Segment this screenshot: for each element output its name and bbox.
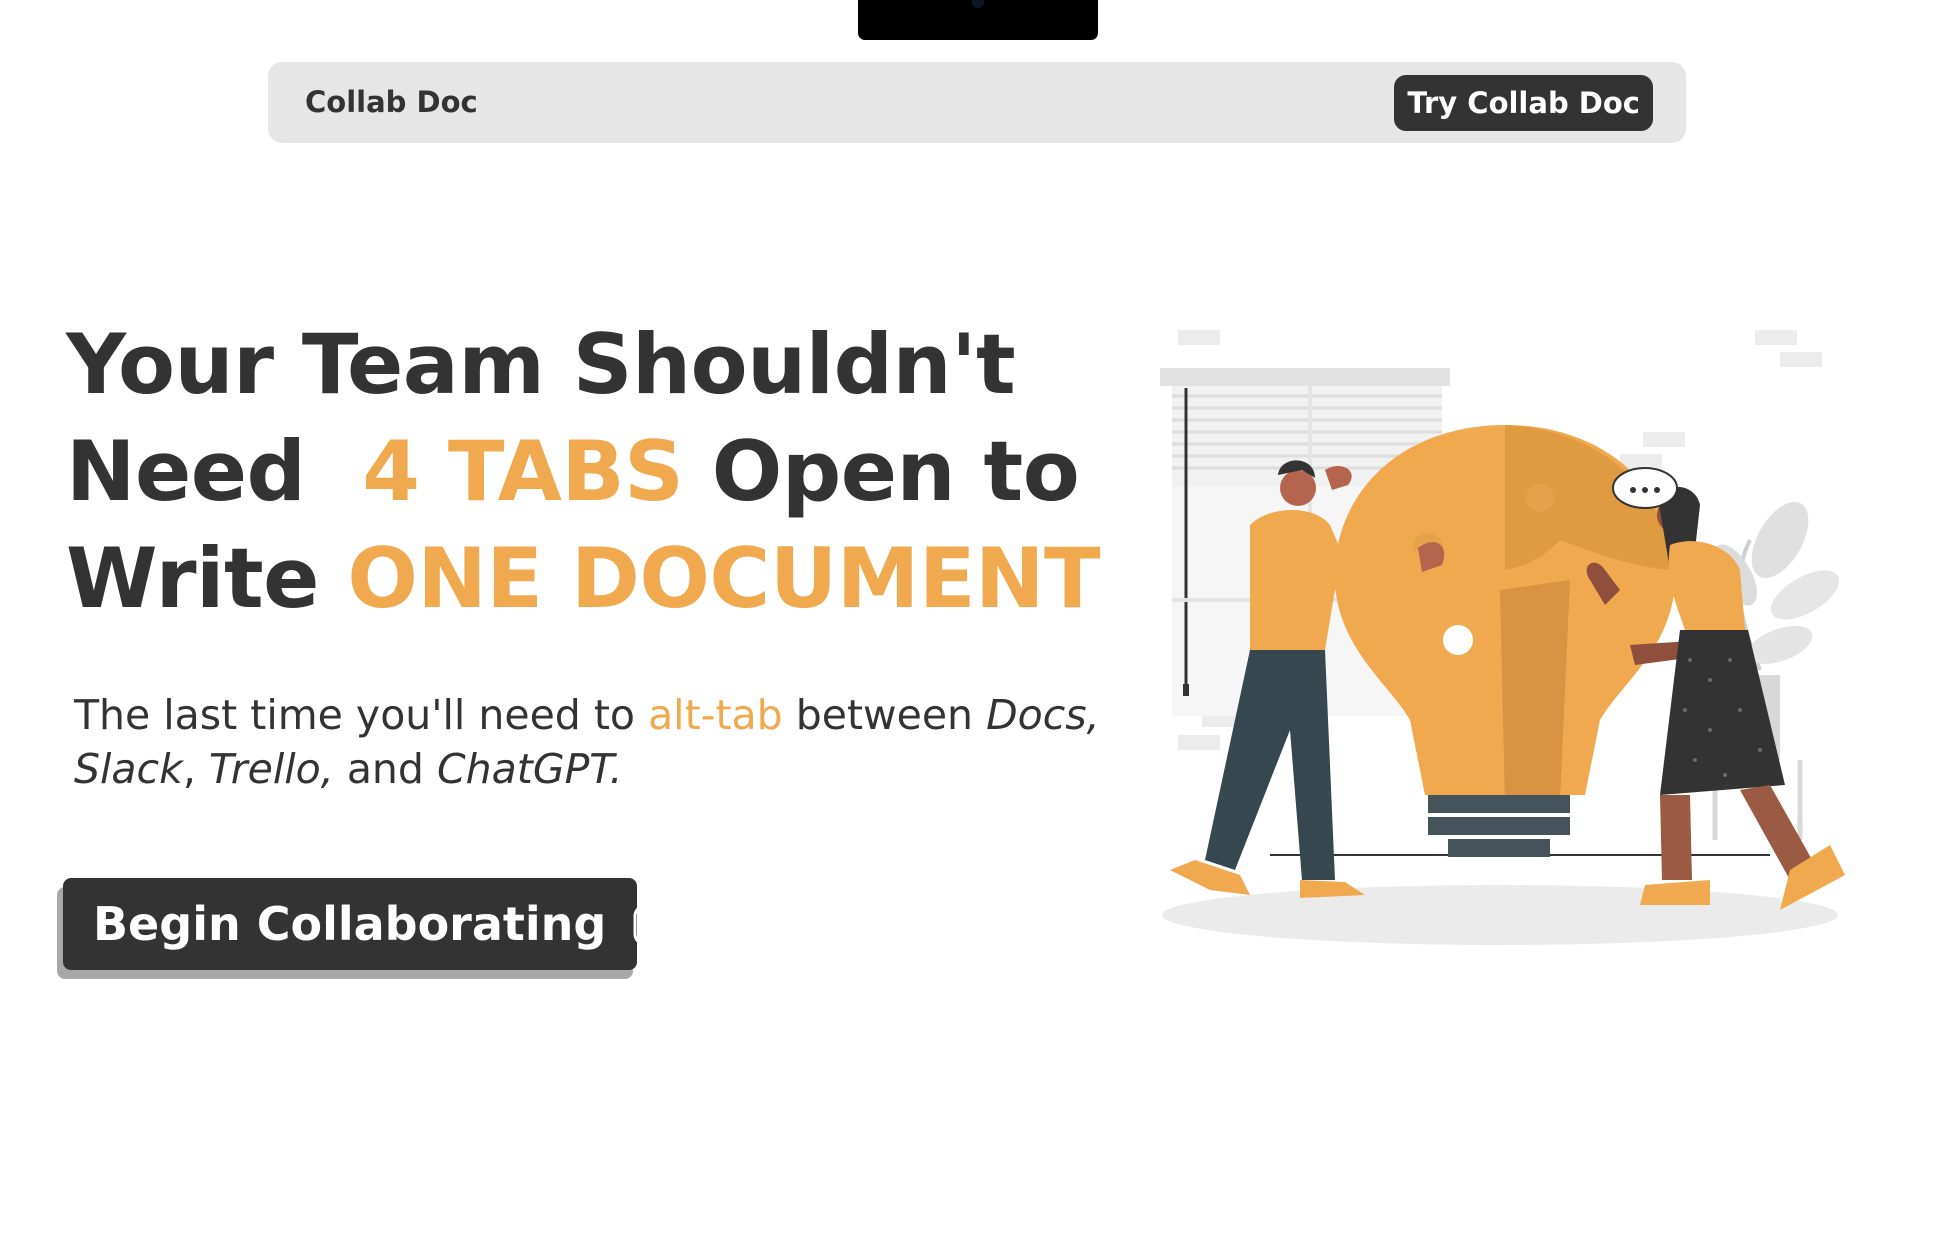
subtext-part-3: and <box>346 745 424 793</box>
ground-shadow <box>1162 885 1838 945</box>
subtext-separator: , <box>182 745 196 793</box>
teamwork-lightbulb-puzzle-illustration <box>1160 330 1845 945</box>
subtext-app-trello: Trello, <box>208 745 334 793</box>
subtext-part-2: between <box>795 691 974 739</box>
camera-notch <box>858 0 1098 40</box>
headline-line-3-start: Write <box>66 530 319 627</box>
begin-collaborating-button[interactable]: Begin Collaborating <box>63 878 675 970</box>
headline-accent-document: ONE DOCUMENT <box>347 530 1101 627</box>
subtext-app-docs: Docs, <box>986 691 1100 739</box>
hero-headline: Your Team Shouldn't Need 4 TABS Open to … <box>66 311 1146 632</box>
subtext-app-chatgpt: ChatGPT. <box>437 745 623 793</box>
subtext-highlight-alt-tab: alt-tab <box>648 691 783 739</box>
camera-icon <box>972 0 984 8</box>
try-collab-doc-button[interactable]: Try Collab Doc <box>1394 75 1653 131</box>
headline-line-2-start: Need <box>66 423 306 520</box>
headline-line-1: Your Team Shouldn't <box>66 316 1016 413</box>
landing-page: Collab Doc Try Collab Doc Your Team Shou… <box>0 0 1948 1260</box>
headline-accent-tabs: 4 TABS <box>362 423 684 520</box>
chevron-right-square-icon <box>633 904 675 945</box>
subtext-app-slack: Slack <box>74 745 183 793</box>
brand-logo[interactable]: Collab Doc <box>305 62 478 143</box>
navbar: Collab Doc Try Collab Doc <box>268 62 1686 143</box>
hero-subtext: The last time you'll need to alt-tab bet… <box>74 688 1114 796</box>
begin-collaborating-label: Begin Collaborating <box>93 897 607 951</box>
headline-line-2-end: Open to <box>711 423 1080 520</box>
subtext-part-1: The last time you'll need to <box>74 691 636 739</box>
